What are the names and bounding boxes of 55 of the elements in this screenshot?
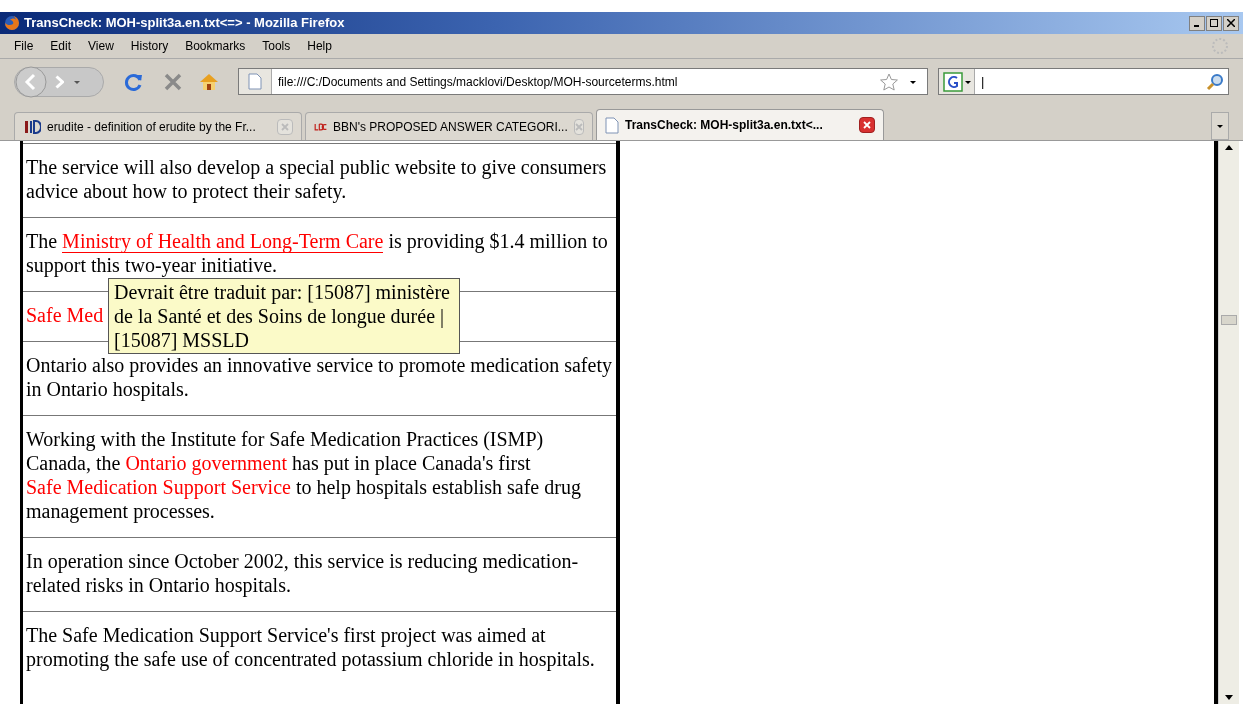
paragraph: The Safe Medication Support Service's first project was aimed at promoting the safe use of concentrated potassium chloride in hospitals. (26, 623, 596, 671)
page-icon (605, 116, 619, 134)
star-icon[interactable] (879, 71, 899, 92)
tab-label: BBN's PROPOSED ANSWER CATEGORI... (332, 118, 568, 136)
home-icon[interactable] (198, 71, 220, 92)
page-icon (248, 73, 262, 90)
menu-item[interactable]: Edit (50, 37, 72, 55)
dictionary-logo-icon (23, 118, 41, 135)
term-link[interactable]: Ontario government (125, 452, 288, 474)
paragraph: Ontario also provides an innovative service to promote medication safety in Ontario hospitals. (26, 353, 613, 401)
search-icon[interactable] (1206, 72, 1224, 91)
browser-tab[interactable]: BBN's PROPOSED ANSWER CATEGORI... (305, 112, 593, 140)
term-link[interactable]: Safe Med (26, 304, 104, 326)
menu-item[interactable]: Help (307, 37, 332, 55)
menu-item[interactable]: View (88, 37, 114, 55)
paragraph: The Ministry of Health and Long-Term Care is providing $1.4 million to support this two-year initiative. (26, 229, 609, 277)
browser-tab[interactable]: TransCheck: MOH-split3a.en.txt<... (596, 109, 884, 140)
term-link[interactable]: Ministry of Health and Long-Term Care (62, 230, 384, 253)
tooltip: Devrait être traduit par: [15087] ministère de la Santé et des Soins de longue durée | [15087] MSSLD (108, 278, 460, 354)
google-logo-icon (942, 71, 963, 92)
tab-label: erudite - definition of erudite by the Fr... (47, 118, 257, 136)
tab-list-button[interactable] (1211, 112, 1229, 140)
paragraph: Working with the Institute for Safe Medication Practices (ISMP) Canada, the Ontario government has put in place Canada's first Safe Medication Support Service to help hospitals establish safe drug management processes. (26, 427, 582, 523)
address-text: file:///C:/Documents and Settings/macklovi/Desktop/MOH-sourceterms.html (278, 73, 679, 91)
close-button[interactable] (1223, 15, 1239, 31)
search-text: | (981, 72, 986, 91)
close-icon (574, 122, 583, 131)
menu-item[interactable]: History (130, 37, 169, 55)
scrollbar[interactable] (1218, 141, 1239, 704)
dropdown-caret-icon (964, 78, 971, 85)
menu-item[interactable]: Tools (262, 37, 291, 55)
reload-icon[interactable] (124, 71, 144, 92)
dropdown-caret-icon (1217, 123, 1223, 129)
window-title: TransCheck: MOH-split3a.en.txt<=> - Mozilla Firefox (24, 14, 346, 33)
address-field[interactable]: file:///C:/Documents and Settings/macklovi/Desktop/MOH-sourceterms.html (238, 68, 928, 95)
menu-item[interactable]: File (14, 37, 34, 55)
throbber-icon (1211, 37, 1229, 55)
menu-item[interactable]: Bookmarks (185, 37, 246, 55)
paragraph: The service will also develop a special public website to give consumers advice about how to protect their safety. (26, 155, 608, 203)
paragraph: In operation since October 2002, this service is reducing medication-related risks in Ontario hospitals. (26, 549, 580, 597)
maximize-button[interactable] (1206, 15, 1222, 31)
close-icon (1227, 19, 1235, 27)
close-icon (863, 121, 871, 129)
browser-logo-icon (4, 15, 20, 31)
term-link[interactable]: Safe Medication Support Service (26, 476, 291, 498)
close-icon (281, 122, 289, 131)
stop-icon[interactable] (164, 72, 182, 91)
scrollbar-thumb[interactable] (1221, 315, 1237, 325)
search-field[interactable]: | (938, 68, 1229, 95)
back-forward-control[interactable] (14, 66, 104, 97)
tab-close-button[interactable] (859, 117, 875, 133)
tab-label: TransCheck: MOH-split3a.en.txt<... (625, 117, 824, 134)
maximize-icon (1210, 19, 1218, 27)
browser-tab[interactable]: erudite - definition of erudite by the Fr... (14, 112, 302, 140)
minimize-button[interactable] (1189, 15, 1205, 31)
